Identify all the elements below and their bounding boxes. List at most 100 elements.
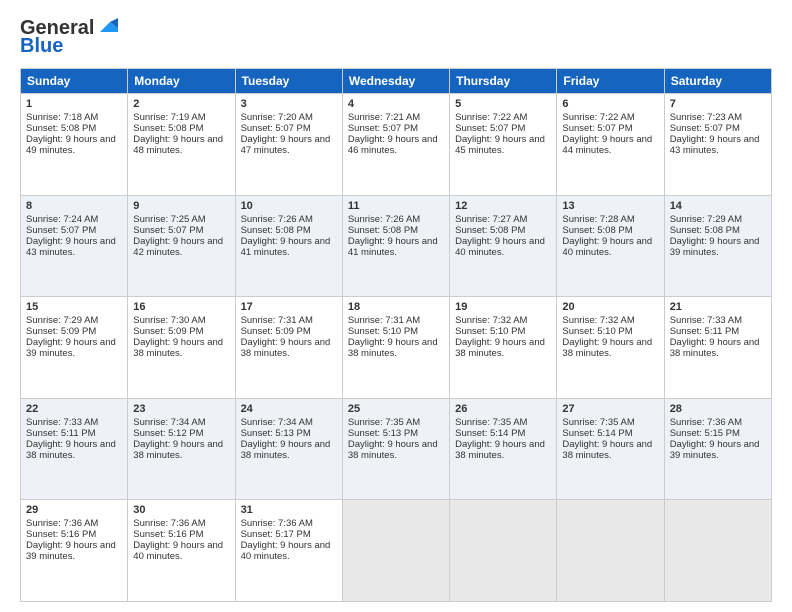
calendar-week-2: 8Sunrise: 7:24 AMSunset: 5:07 PMDaylight… [21,195,772,297]
sunrise-text: Sunrise: 7:36 AM [670,417,742,428]
sunrise-text: Sunrise: 7:27 AM [455,214,527,225]
daylight-text: Daylight: 9 hours and 48 minutes. [133,134,223,156]
calendar-cell: 15Sunrise: 7:29 AMSunset: 5:09 PMDayligh… [21,297,128,399]
day-number: 23 [133,403,229,415]
sunset-text: Sunset: 5:08 PM [241,225,311,236]
sunset-text: Sunset: 5:16 PM [26,529,96,540]
day-number: 9 [133,200,229,212]
weekday-thursday: Thursday [450,69,557,94]
sunrise-text: Sunrise: 7:26 AM [348,214,420,225]
sunrise-text: Sunrise: 7:20 AM [241,112,313,123]
weekday-sunday: Sunday [21,69,128,94]
daylight-text: Daylight: 9 hours and 39 minutes. [26,540,116,562]
daylight-text: Daylight: 9 hours and 40 minutes. [241,540,331,562]
sunset-text: Sunset: 5:09 PM [26,326,96,337]
calendar-cell: 4Sunrise: 7:21 AMSunset: 5:07 PMDaylight… [342,94,449,196]
calendar-cell [342,500,449,602]
day-number: 24 [241,403,337,415]
sunrise-text: Sunrise: 7:26 AM [241,214,313,225]
sunset-text: Sunset: 5:13 PM [241,428,311,439]
daylight-text: Daylight: 9 hours and 42 minutes. [133,236,223,258]
day-number: 19 [455,301,551,313]
sunrise-text: Sunrise: 7:36 AM [241,518,313,529]
day-number: 3 [241,98,337,110]
sunset-text: Sunset: 5:07 PM [455,123,525,134]
day-number: 18 [348,301,444,313]
daylight-text: Daylight: 9 hours and 38 minutes. [133,439,223,461]
sunset-text: Sunset: 5:13 PM [348,428,418,439]
calendar-cell: 13Sunrise: 7:28 AMSunset: 5:08 PMDayligh… [557,195,664,297]
sunrise-text: Sunrise: 7:32 AM [455,315,527,326]
day-number: 6 [562,98,658,110]
sunset-text: Sunset: 5:07 PM [133,225,203,236]
daylight-text: Daylight: 9 hours and 43 minutes. [670,134,760,156]
daylight-text: Daylight: 9 hours and 39 minutes. [26,337,116,359]
day-number: 21 [670,301,766,313]
sunset-text: Sunset: 5:09 PM [133,326,203,337]
page: General Blue SundayMondayTuesdayWednesda… [0,0,792,612]
calendar-cell [450,500,557,602]
sunrise-text: Sunrise: 7:34 AM [133,417,205,428]
day-number: 28 [670,403,766,415]
sunset-text: Sunset: 5:07 PM [670,123,740,134]
calendar-cell: 10 Sunrise: 7:26 AMSunset: 5:08 PMDayligh… [235,195,342,297]
sunset-text: Sunset: 5:16 PM [133,529,203,540]
day-number: 13 [562,200,658,212]
daylight-text: Daylight: 9 hours and 40 minutes. [455,236,545,258]
weekday-friday: Friday [557,69,664,94]
daylight-text: Daylight: 9 hours and 38 minutes. [241,439,331,461]
sunset-text: Sunset: 5:09 PM [241,326,311,337]
sunset-text: Sunset: 5:08 PM [26,123,96,134]
calendar-cell: 26Sunrise: 7:35 AMSunset: 5:14 PMDayligh… [450,398,557,500]
daylight-text: Daylight: 9 hours and 41 minutes. [241,236,331,258]
day-number: 7 [670,98,766,110]
calendar-cell: 11Sunrise: 7:26 AMSunset: 5:08 PMDayligh… [342,195,449,297]
daylight-text: Daylight: 9 hours and 38 minutes. [133,337,223,359]
day-number: 16 [133,301,229,313]
calendar-cell: 17Sunrise: 7:31 AMSunset: 5:09 PMDayligh… [235,297,342,399]
calendar-cell: 2Sunrise: 7:19 AMSunset: 5:08 PMDaylight… [128,94,235,196]
calendar-cell: 16 Sunrise: 7:30 AMSunset: 5:09 PMDayligh… [128,297,235,399]
sunset-text: Sunset: 5:14 PM [455,428,525,439]
sunset-text: Sunset: 5:07 PM [26,225,96,236]
calendar-cell: 19Sunrise: 7:32 AMSunset: 5:10 PMDayligh… [450,297,557,399]
day-number: 11 [348,200,444,212]
calendar-cell: 3Sunrise: 7:20 AMSunset: 5:07 PMDaylight… [235,94,342,196]
day-number: 10 [241,200,337,212]
sunset-text: Sunset: 5:07 PM [348,123,418,134]
sunrise-text: Sunrise: 7:36 AM [133,518,205,529]
sunset-text: Sunset: 5:08 PM [455,225,525,236]
sunset-text: Sunset: 5:08 PM [348,225,418,236]
weekday-header-row: SundayMondayTuesdayWednesdayThursdayFrid… [21,69,772,94]
day-number: 29 [26,504,122,516]
weekday-saturday: Saturday [664,69,771,94]
calendar-cell: 29Sunrise: 7:36 AMSunset: 5:16 PMDayligh… [21,500,128,602]
calendar-cell: 20Sunrise: 7:32 AMSunset: 5:10 PMDayligh… [557,297,664,399]
weekday-tuesday: Tuesday [235,69,342,94]
calendar-cell: 18Sunrise: 7:31 AMSunset: 5:10 PMDayligh… [342,297,449,399]
sunset-text: Sunset: 5:10 PM [562,326,632,337]
daylight-text: Daylight: 9 hours and 38 minutes. [562,337,652,359]
sunrise-text: Sunrise: 7:21 AM [348,112,420,123]
calendar-week-1: 1Sunrise: 7:18 AMSunset: 5:08 PMDaylight… [21,94,772,196]
daylight-text: Daylight: 9 hours and 46 minutes. [348,134,438,156]
calendar-cell: 24 Sunrise: 7:34 AMSunset: 5:13 PMDayligh… [235,398,342,500]
sunset-text: Sunset: 5:08 PM [133,123,203,134]
day-number: 2 [133,98,229,110]
sunrise-text: Sunrise: 7:24 AM [26,214,98,225]
sunset-text: Sunset: 5:11 PM [670,326,740,337]
sunrise-text: Sunrise: 7:33 AM [670,315,742,326]
day-number: 20 [562,301,658,313]
sunrise-text: Sunrise: 7:29 AM [670,214,742,225]
day-number: 30 [133,504,229,516]
calendar-week-4: 22Sunrise: 7:33 AMSunset: 5:11 PMDayligh… [21,398,772,500]
daylight-text: Daylight: 9 hours and 38 minutes. [670,337,760,359]
sunrise-text: Sunrise: 7:30 AM [133,315,205,326]
sunrise-text: Sunrise: 7:34 AM [241,417,313,428]
day-number: 8 [26,200,122,212]
calendar-cell: 7Sunrise: 7:23 AMSunset: 5:07 PMDaylight… [664,94,771,196]
day-number: 26 [455,403,551,415]
sunrise-text: Sunrise: 7:18 AM [26,112,98,123]
calendar-cell: 5Sunrise: 7:22 AMSunset: 5:07 PMDaylight… [450,94,557,196]
sunset-text: Sunset: 5:17 PM [241,529,311,540]
